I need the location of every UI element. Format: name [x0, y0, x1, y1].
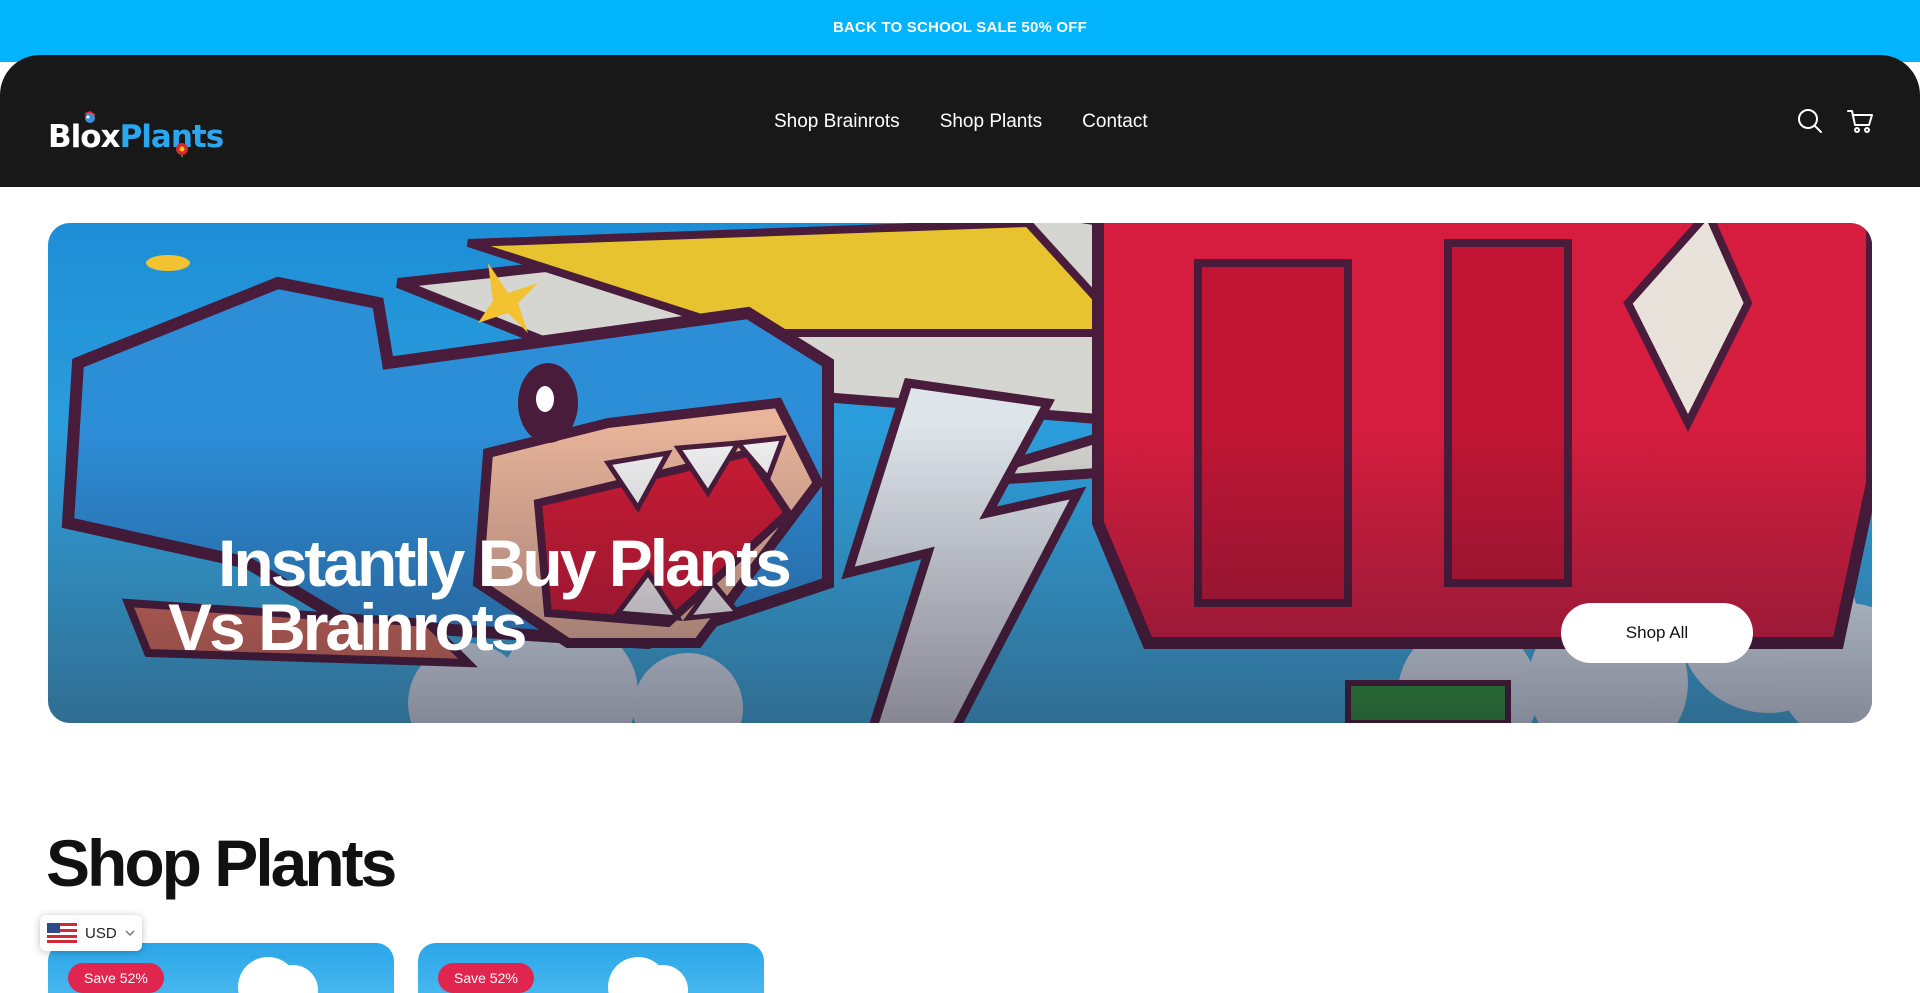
logo-flower-icon: [176, 143, 188, 157]
save-badge: Save 52%: [68, 963, 164, 993]
nav-contact[interactable]: Contact: [1082, 111, 1147, 133]
search-icon[interactable]: [1796, 107, 1824, 135]
nav-shop-plants[interactable]: Shop Plants: [940, 111, 1042, 133]
product-card[interactable]: Save 52%: [418, 943, 764, 993]
announcement-bar: BACK TO SCHOOL SALE 50% OFF: [0, 0, 1920, 62]
hero-title-line-1: Instantly Buy Plants: [218, 526, 792, 600]
us-flag-icon: [47, 923, 77, 943]
logo[interactable]: Blox Plants: [48, 111, 225, 157]
currency-code: USD: [85, 924, 117, 942]
currency-selector[interactable]: USD: [40, 915, 142, 951]
main-nav: Shop Brainrots Shop Plants Contact: [774, 111, 1148, 133]
logo-text-plants: Plants: [119, 119, 225, 155]
section-title-shop-plants: Shop Plants: [46, 826, 397, 900]
hero-title: Instantly Buy Plants Vs Brainrots: [168, 526, 792, 664]
hero-title-line-2: Vs Brainrots: [168, 590, 527, 664]
chevron-down-icon: [125, 930, 135, 937]
save-badge: Save 52%: [438, 963, 534, 993]
shop-all-button[interactable]: Shop All: [1561, 603, 1753, 663]
cart-icon[interactable]: [1846, 107, 1874, 135]
nav-shop-brainrots[interactable]: Shop Brainrots: [774, 111, 900, 133]
site-header: Blox Plants Shop Brainrots Shop Plants Co…: [0, 55, 1920, 187]
announcement-text: BACK TO SCHOOL SALE 50% OFF: [832, 19, 1088, 36]
hero-banner: Instantly Buy Plants Vs Brainrots Shop A…: [48, 223, 1872, 723]
logo-mascot-icon: [84, 111, 96, 123]
